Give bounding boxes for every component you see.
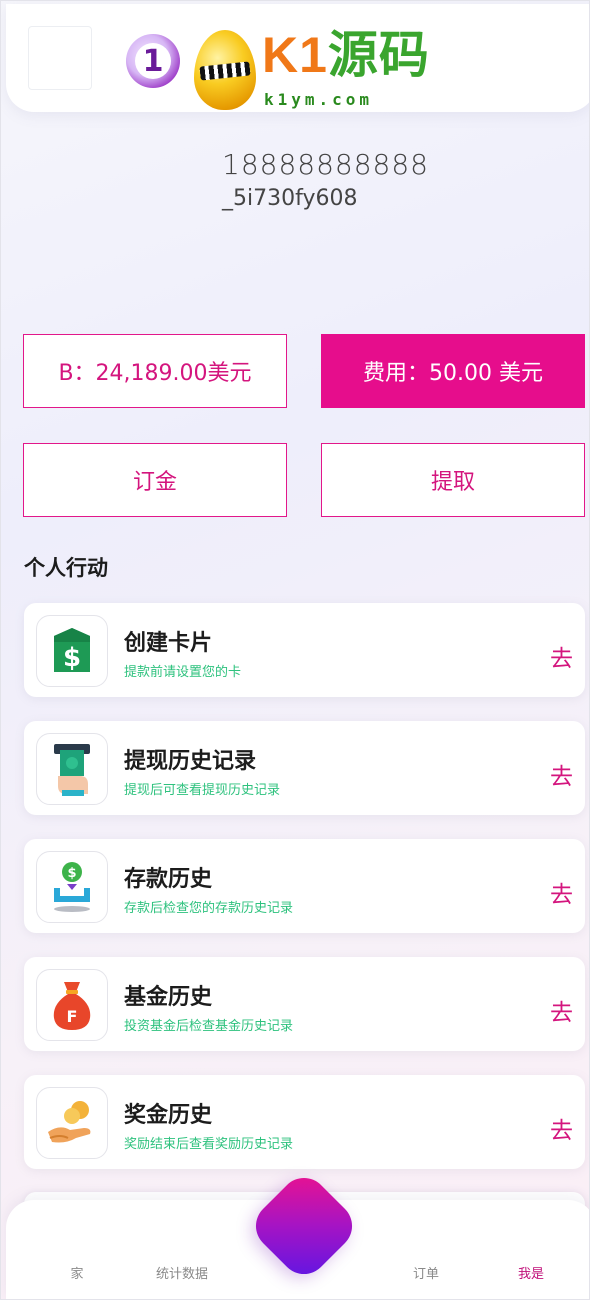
nav-home[interactable]: 家 [62, 1263, 92, 1282]
deposit-button-label: 订金 [132, 470, 177, 495]
money-bag-icon: F [36, 969, 108, 1041]
fee-box: 费用：50.00 美元 [321, 334, 585, 408]
avatar[interactable] [28, 26, 92, 90]
nav-stats[interactable]: 统计数据 [150, 1263, 214, 1282]
user-phone: 18888888888 [222, 148, 429, 181]
balance-box: B：24,189.00美元 [23, 334, 287, 408]
nav-orders[interactable]: 订单 [406, 1263, 446, 1282]
hand-coins-icon [36, 1087, 108, 1159]
card-desc: 存款后检查您的存款历史记录 [124, 901, 294, 916]
svg-text:$: $ [63, 643, 81, 673]
card-go-link[interactable]: 去 [550, 757, 573, 791]
card-desc: 提现后可查看提现历史记录 [124, 783, 281, 798]
section-title: 个人行动 [24, 556, 108, 580]
user-id: _5i730fy608 [222, 186, 358, 211]
deposit-button[interactable]: 订金 [23, 443, 287, 517]
card-title: 提现历史记录 [124, 749, 257, 774]
card-create-card[interactable]: $ 创建卡片 提款前请设置您的卡 去 [24, 603, 585, 697]
logo-domain: k1ym.com [264, 90, 374, 109]
balance-label: B：24,189.00美元 [58, 361, 252, 386]
card-go-link[interactable]: 去 [550, 1111, 573, 1145]
withdraw-button-label: 提取 [430, 470, 475, 495]
logo-text: K1源码 [262, 30, 430, 80]
card-go-link[interactable]: 去 [550, 875, 573, 909]
card-title: 基金历史 [124, 985, 213, 1010]
card-title: 存款历史 [124, 867, 213, 892]
logo-badge: 1 [126, 34, 180, 88]
logo-brand-prefix: K1 [262, 27, 328, 83]
card-title: 创建卡片 [124, 631, 213, 656]
deposit-coin-icon: $ [36, 851, 108, 923]
card-go-link[interactable]: 去 [550, 993, 573, 1027]
card-fund-history[interactable]: F 基金历史 投资基金后检查基金历史记录 去 [24, 957, 585, 1051]
card-desc: 提款前请设置您的卡 [124, 665, 242, 680]
logo-brand-suffix: 源码 [327, 27, 430, 83]
card-bonus-history[interactable]: 奖金历史 奖励结束后查看奖励历史记录 去 [24, 1075, 585, 1169]
card-title: 奖金历史 [124, 1103, 213, 1128]
card-desc: 投资基金后检查基金历史记录 [124, 1019, 294, 1034]
card-deposit-history[interactable]: $ 存款历史 存款后检查您的存款历史记录 去 [24, 839, 585, 933]
card-desc: 奖励结束后查看奖励历史记录 [124, 1137, 294, 1152]
svg-text:F: F [67, 1007, 78, 1026]
withdraw-button[interactable]: 提取 [321, 443, 585, 517]
card-go-link[interactable]: 去 [550, 639, 573, 673]
dollar-card-icon: $ [36, 615, 108, 687]
atm-withdraw-icon [36, 733, 108, 805]
logo-badge-number: 1 [142, 43, 164, 79]
fee-label: 费用：50.00 美元 [363, 361, 543, 386]
nav-me[interactable]: 我是 [511, 1263, 551, 1282]
card-withdraw-history[interactable]: 提现历史记录 提现后可查看提现历史记录 去 [24, 721, 585, 815]
svg-text:$: $ [67, 866, 76, 881]
